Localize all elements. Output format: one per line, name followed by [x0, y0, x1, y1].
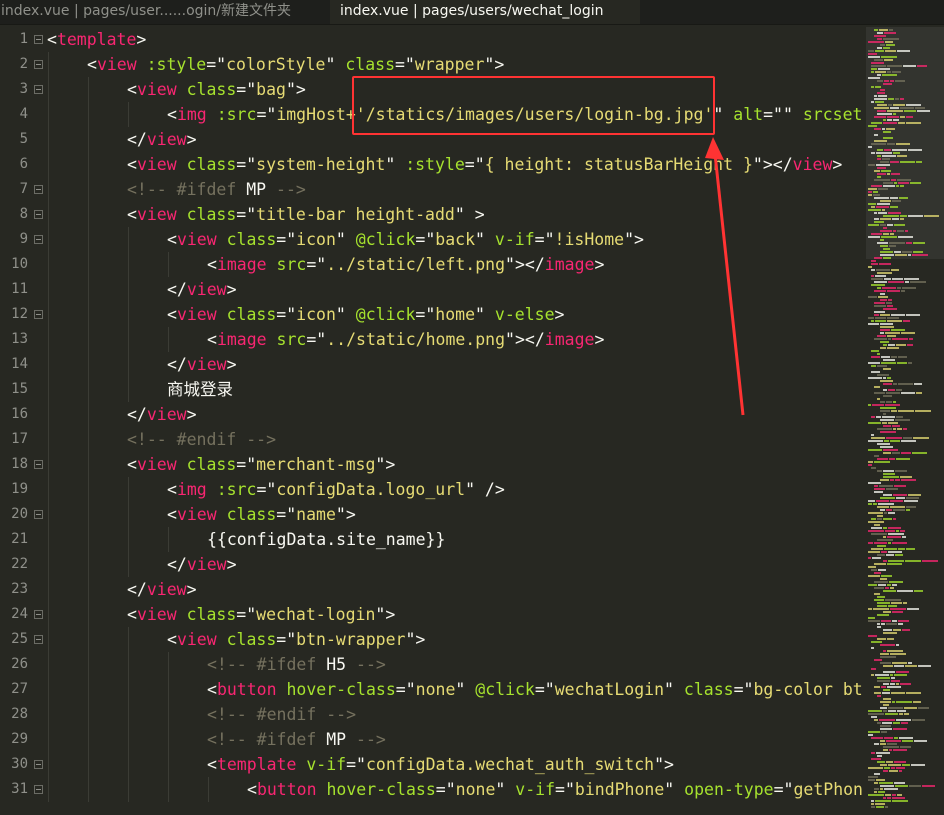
annotation-arrow — [705, 137, 745, 416]
annotation-arrow-shaft — [713, 153, 745, 416]
annotation-arrow-head — [705, 137, 724, 160]
